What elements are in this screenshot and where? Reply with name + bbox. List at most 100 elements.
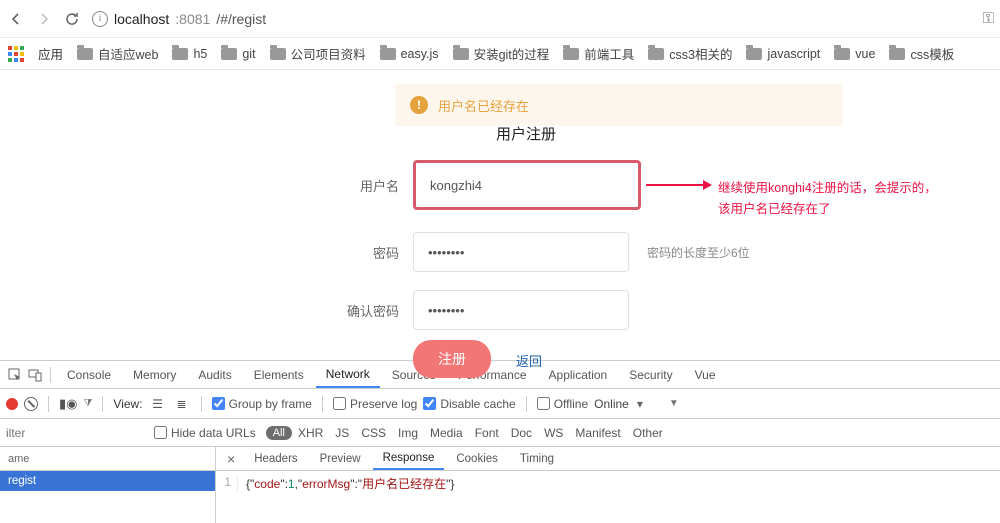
bookmark-item[interactable]: 公司项目资料 (270, 44, 366, 63)
password-hint: 密码的长度至少6位 (647, 244, 750, 261)
filter-type-doc[interactable]: Doc (505, 426, 538, 440)
response-tab-timing[interactable]: Timing (510, 447, 564, 470)
back-icon[interactable] (8, 11, 24, 27)
bookmark-label: 自适应web (98, 44, 158, 63)
bookmark-item[interactable]: vue (834, 47, 875, 61)
form-row-username: 用户名 (343, 160, 641, 210)
filter-type-font[interactable]: Font (469, 426, 505, 440)
filter-type-manifest[interactable]: Manifest (569, 426, 626, 440)
key-icon[interactable]: ⚿ (970, 10, 992, 27)
more-icon[interactable]: ▼ (669, 398, 679, 409)
page-content: ! 用户名已经存在 用户注册 用户名 密码 密码的长度至少6位 确认密码 继续使… (0, 70, 1000, 360)
folder-icon (270, 48, 286, 60)
response-tab-headers[interactable]: Headers (244, 447, 307, 470)
address-bar[interactable]: i localhost:8081/#/regist (92, 11, 958, 27)
folder-icon (648, 48, 664, 60)
password-input[interactable] (413, 232, 629, 272)
filter-type-media[interactable]: Media (424, 426, 469, 440)
filter-type-css[interactable]: CSS (355, 426, 392, 440)
devtools-tab-security[interactable]: Security (619, 361, 682, 388)
alert-banner: ! 用户名已经存在 (395, 84, 843, 126)
response-tab-cookies[interactable]: Cookies (446, 447, 508, 470)
devtools-tab-elements[interactable]: Elements (244, 361, 314, 388)
group-by-frame-checkbox[interactable] (212, 397, 225, 410)
disable-cache-checkbox[interactable] (423, 397, 436, 410)
request-item[interactable]: regist (0, 471, 215, 491)
folder-icon (746, 48, 762, 60)
bookmark-item[interactable]: easy.js (380, 47, 439, 61)
annotation-text: 继续使用konghi4注册的话，会提示的，该用户名已经存在了 (718, 178, 968, 221)
clear-icon[interactable] (24, 397, 38, 411)
devtools-tab-console[interactable]: Console (57, 361, 121, 388)
apps-icon[interactable] (8, 46, 24, 62)
folder-icon (221, 48, 237, 60)
funnel-icon[interactable]: ⧩ (84, 398, 93, 409)
offline-checkbox[interactable] (537, 397, 550, 410)
request-header-name[interactable]: ame (0, 447, 215, 471)
username-label: 用户名 (343, 176, 399, 195)
filter-all[interactable]: All (266, 426, 292, 440)
devtools-tab-memory[interactable]: Memory (123, 361, 186, 388)
bookmark-label: javascript (767, 47, 820, 61)
record-icon[interactable] (6, 398, 18, 410)
bookmark-label: css3相关的 (669, 44, 732, 63)
warning-icon: ! (410, 96, 428, 114)
bookmark-item[interactable]: css模板 (889, 44, 954, 63)
reload-icon[interactable] (64, 11, 80, 27)
devtools-tab-audits[interactable]: Audits (188, 361, 241, 388)
bookmark-item[interactable]: h5 (172, 47, 207, 61)
back-link[interactable]: 返回 (516, 351, 542, 370)
response-tab-preview[interactable]: Preview (310, 447, 371, 470)
bookmark-item[interactable]: 安装git的过程 (453, 44, 550, 63)
camera-icon[interactable]: ▮◉ (59, 396, 78, 412)
apps-label[interactable]: 应用 (38, 44, 63, 63)
folder-icon (77, 48, 93, 60)
devtools-tab-network[interactable]: Network (316, 361, 380, 388)
folder-icon (453, 48, 469, 60)
close-icon[interactable]: × (220, 451, 242, 467)
filter-type-other[interactable]: Other (627, 426, 669, 440)
bookmark-label: 前端工具 (584, 44, 634, 63)
devtools-tab-application[interactable]: Application (539, 361, 618, 388)
forward-icon (36, 11, 52, 27)
large-rows-icon[interactable]: ☰ (149, 395, 167, 413)
devtools: ConsoleMemoryAuditsElementsNetworkSource… (0, 360, 1000, 522)
device-icon[interactable] (26, 366, 44, 384)
bookmark-item[interactable]: javascript (746, 47, 820, 61)
preserve-log-checkbox[interactable] (333, 397, 346, 410)
bookmark-item[interactable]: 前端工具 (563, 44, 634, 63)
inspect-icon[interactable] (6, 366, 24, 384)
submit-button[interactable]: 注册 (413, 340, 491, 378)
filter-type-js[interactable]: JS (329, 426, 355, 440)
filter-type-img[interactable]: Img (392, 426, 424, 440)
confirm-input[interactable] (413, 290, 629, 330)
bookmarks-bar: 应用 自适应web h5 git 公司项目资料 easy.js 安装git的过程 前端工具 c… (0, 38, 1000, 70)
bookmark-item[interactable]: 自适应web (77, 44, 158, 63)
throttling-dropdown[interactable]: Online (594, 397, 643, 411)
response-tab-response[interactable]: Response (373, 447, 445, 470)
info-icon[interactable]: i (92, 11, 108, 27)
filter-input[interactable] (0, 423, 144, 443)
url-host: localhost (114, 11, 169, 27)
confirm-label: 确认密码 (343, 301, 399, 320)
annotation: 继续使用konghi4注册的话，会提示的，该用户名已经存在了 (646, 178, 968, 221)
arrow-icon (646, 184, 710, 186)
hide-data-urls-checkbox[interactable] (154, 426, 167, 439)
filter-type-xhr[interactable]: XHR (292, 426, 329, 440)
filter-bar: Hide data URLs All XHRJSCSSImgMediaFontD… (0, 419, 1000, 447)
network-toolbar: ▮◉ ⧩ View: ☰ ≣ Group by frame Preserve l… (0, 389, 1000, 419)
folder-icon (889, 48, 905, 60)
username-input[interactable] (413, 160, 641, 210)
devtools-tab-vue[interactable]: Vue (685, 361, 726, 388)
bookmark-label: easy.js (401, 47, 439, 61)
password-label: 密码 (343, 243, 399, 262)
small-rows-icon[interactable]: ≣ (173, 395, 191, 413)
bookmark-label: 公司项目资料 (291, 44, 366, 63)
bookmark-item[interactable]: css3相关的 (648, 44, 732, 63)
response-json: {"code":1,"errorMsg":"用户名已经存在"} (238, 475, 454, 492)
folder-icon (563, 48, 579, 60)
bookmark-label: h5 (193, 47, 207, 61)
response-body[interactable]: 1 {"code":1,"errorMsg":"用户名已经存在"} (216, 471, 1000, 496)
filter-type-ws[interactable]: WS (538, 426, 569, 440)
bookmark-item[interactable]: git (221, 47, 255, 61)
